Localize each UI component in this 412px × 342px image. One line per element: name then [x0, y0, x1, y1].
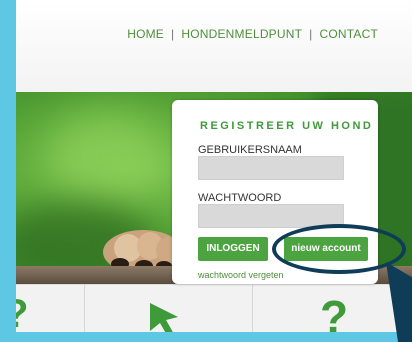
- nav-contact-link[interactable]: CONTACT: [319, 27, 378, 41]
- question-mark-icon: ?: [320, 291, 348, 332]
- svg-text:?: ?: [16, 292, 28, 331]
- cursor-arrow-icon: [150, 303, 178, 332]
- question-mark-icon: ?: [16, 292, 28, 331]
- svg-text:?: ?: [320, 291, 348, 332]
- forgot-password-link[interactable]: wachtwoord vergeten: [198, 270, 284, 280]
- nav-home-link[interactable]: HOME: [127, 27, 164, 41]
- web-page: HOME | HONDENMELDPUNT | CONTACT ? ? REGI…: [16, 0, 412, 332]
- feature-tile-left[interactable]: ?: [16, 285, 85, 332]
- bottom-feature-bar: ? ?: [16, 284, 412, 332]
- nav-separator: |: [171, 27, 175, 41]
- username-label: GEBRUIKERSNAAM: [198, 144, 302, 156]
- password-label: WACHTWOORD: [198, 192, 282, 204]
- login-button[interactable]: INLOGGEN: [198, 237, 268, 261]
- nav-separator: |: [309, 27, 313, 41]
- annotation-arrow-icon: [386, 262, 412, 342]
- site-header: HOME | HONDENMELDPUNT | CONTACT: [16, 0, 412, 93]
- nav-hondenmeldpunt-link[interactable]: HONDENMELDPUNT: [181, 27, 302, 41]
- main-nav: HOME | HONDENMELDPUNT | CONTACT: [127, 27, 378, 41]
- feature-tile-middle[interactable]: [84, 285, 253, 332]
- panel-title: REGISTREER UW HOND: [200, 120, 374, 132]
- username-input[interactable]: [198, 156, 344, 180]
